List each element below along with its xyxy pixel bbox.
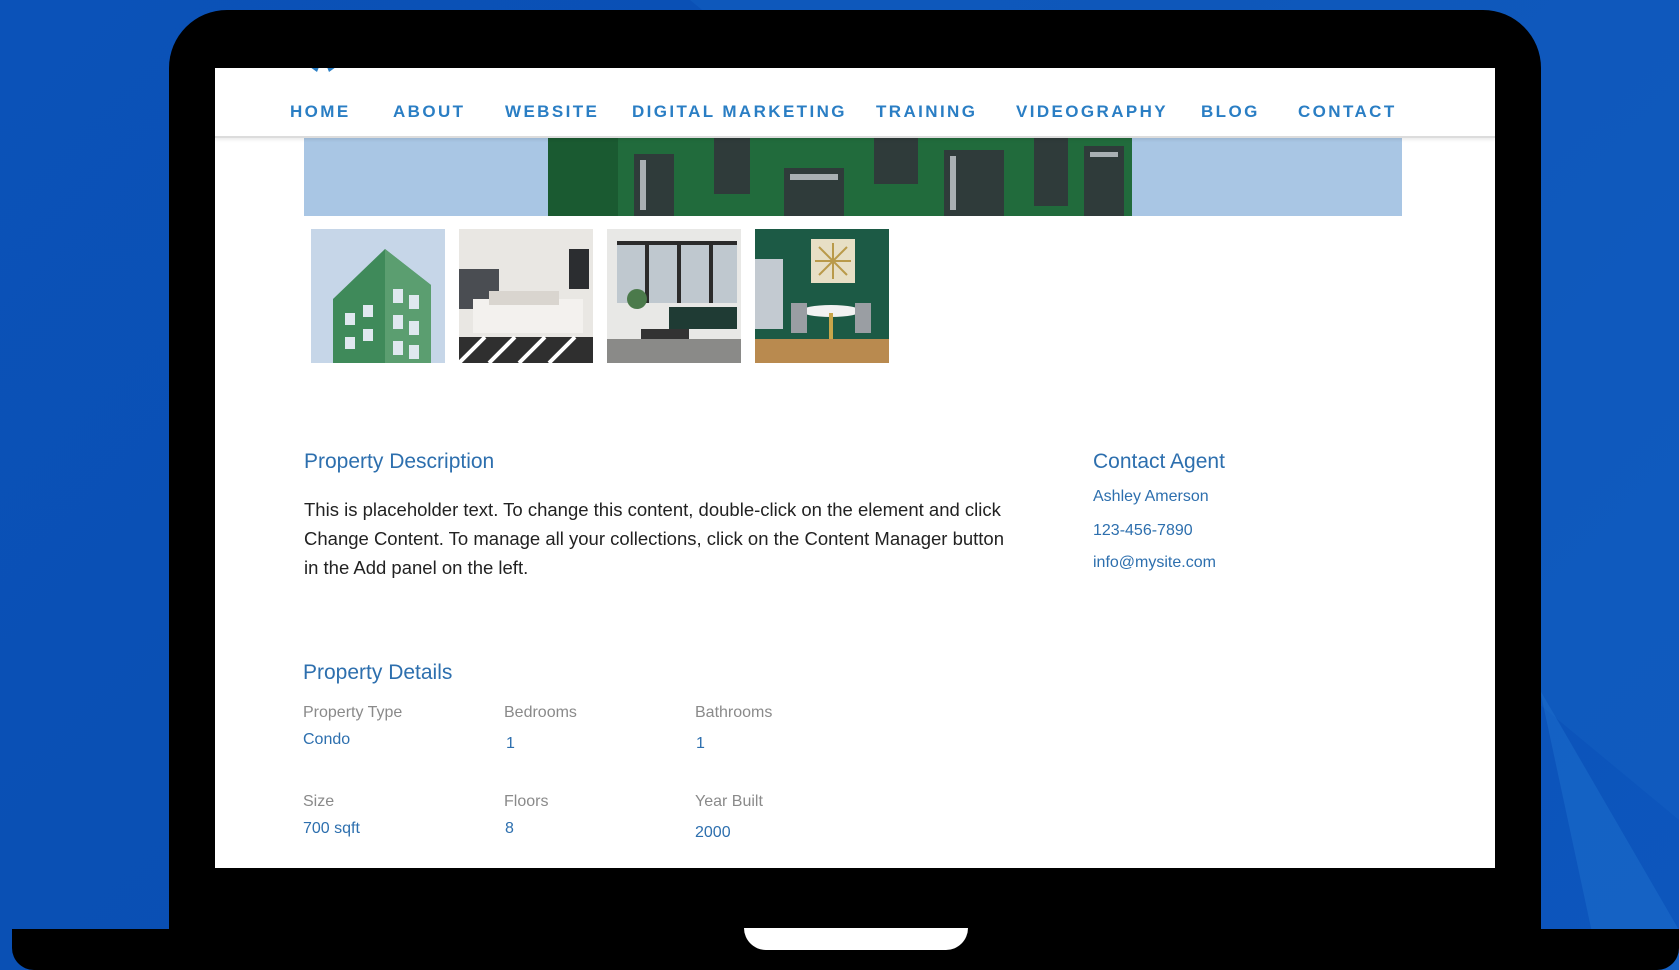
site-navbar: HOME ABOUT WEBSITE DIGITAL MARKETING TRA… [215, 68, 1495, 138]
agent-name: Ashley Amerson [1093, 488, 1209, 505]
bedrooms-label: Bedrooms [504, 704, 577, 721]
laptop-notch [744, 928, 968, 950]
nav-contact[interactable]: CONTACT [1298, 102, 1397, 122]
nav-videography[interactable]: VIDEOGRAPHY [1016, 102, 1168, 122]
bathrooms-label: Bathrooms [695, 704, 773, 721]
property-type-value: Condo [303, 731, 351, 748]
year-built-label: Year Built [695, 793, 763, 810]
nav-website[interactable]: WEBSITE [505, 102, 599, 122]
year-built-value: 2000 [695, 824, 731, 841]
property-type-label: Property Type [303, 704, 403, 721]
property-details-title: Property Details [303, 661, 453, 684]
floors-label: Floors [504, 793, 549, 810]
gallery-thumb-bedroom[interactable] [459, 229, 593, 363]
gallery-thumb-living-room[interactable] [607, 229, 741, 363]
agent-phone[interactable]: 123-456-7890 [1093, 522, 1193, 540]
floors-value: 8 [505, 820, 514, 837]
agent-email[interactable]: info@mysite.com [1093, 554, 1216, 572]
gallery-thumb-building[interactable] [311, 229, 445, 363]
nav-blog[interactable]: BLOG [1201, 102, 1260, 122]
hero-building-illustration [304, 136, 1402, 216]
property-description-title: Property Description [304, 450, 495, 473]
nav-digital-marketing[interactable]: DIGITAL MARKETING [632, 102, 847, 122]
nav-training[interactable]: TRAINING [876, 102, 977, 122]
size-label: Size [303, 793, 335, 810]
logo-icon[interactable] [301, 68, 345, 74]
hero-image [304, 136, 1402, 216]
nav-home[interactable]: HOME [290, 102, 351, 122]
gallery-thumb-dining-room[interactable] [755, 229, 889, 363]
contact-agent-title: Contact Agent [1093, 450, 1225, 473]
property-description-text: This is placeholder text. To change this… [304, 499, 1005, 578]
bathrooms-value: 1 [696, 735, 705, 752]
website-screen: HOME ABOUT WEBSITE DIGITAL MARKETING TRA… [215, 68, 1495, 868]
bedrooms-value: 1 [506, 735, 515, 752]
size-value: 700 sqft [303, 820, 360, 837]
nav-about[interactable]: ABOUT [393, 102, 465, 122]
